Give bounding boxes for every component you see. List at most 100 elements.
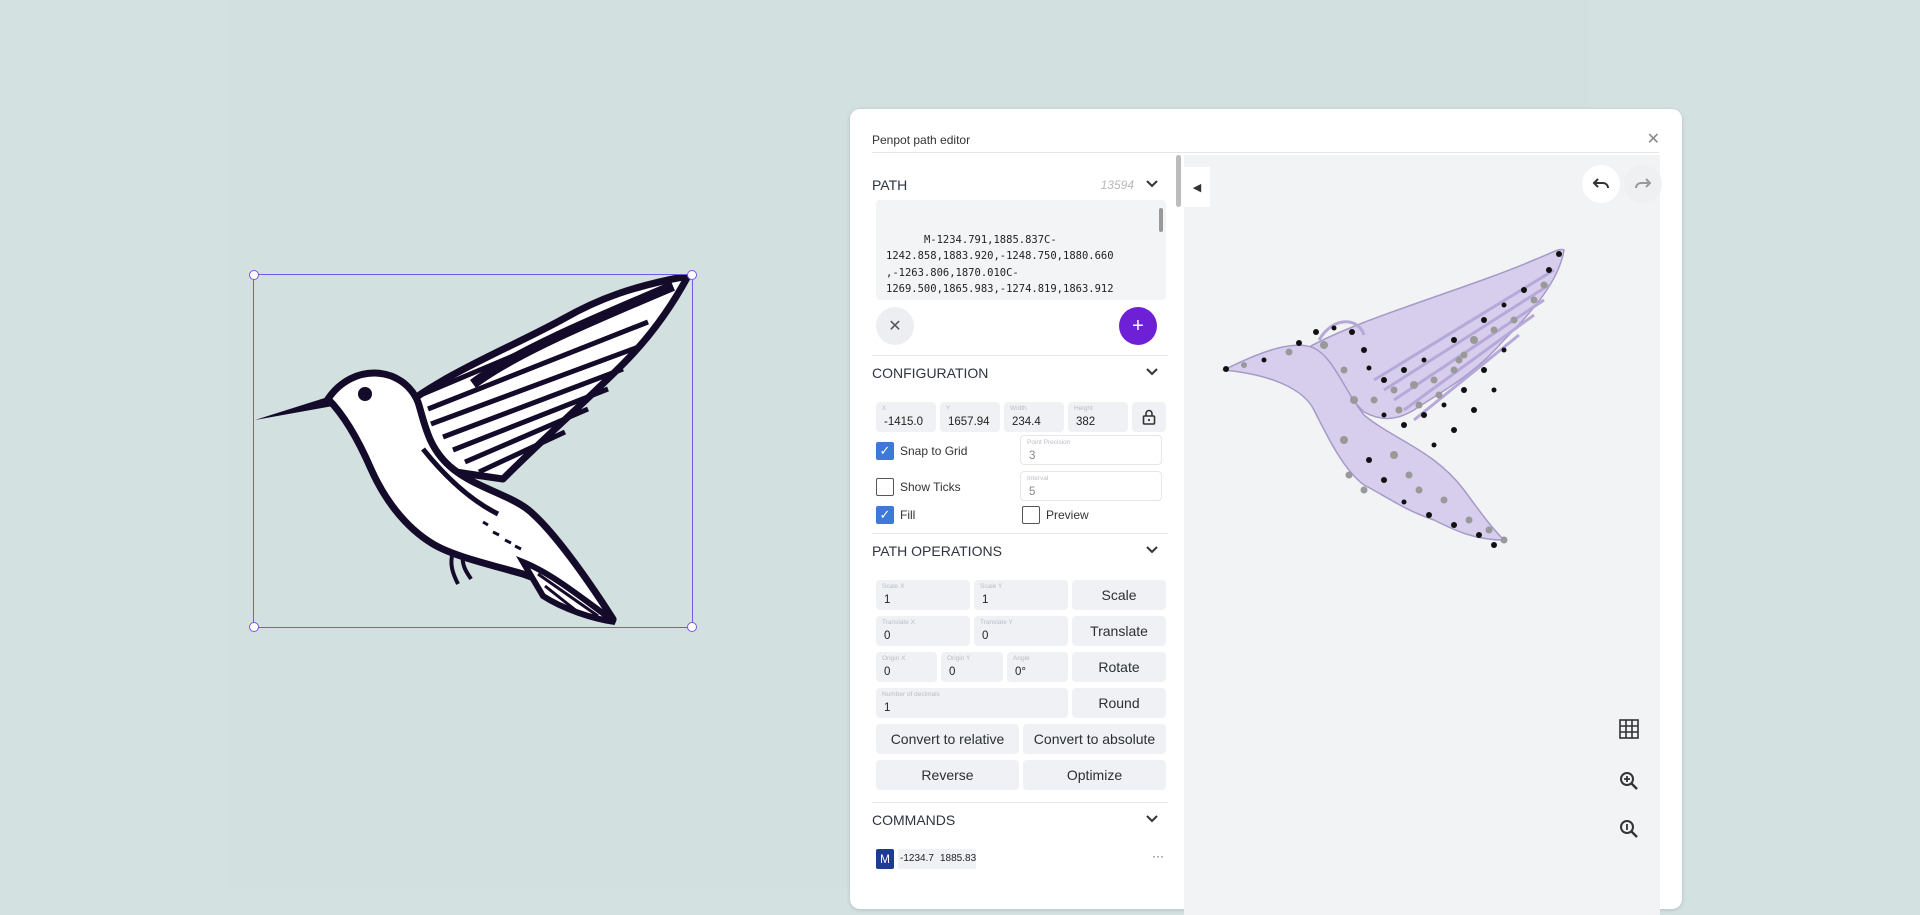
scale-x-value: 1 bbox=[884, 594, 891, 606]
divider bbox=[872, 152, 1659, 153]
undo-button[interactable] bbox=[1582, 165, 1620, 203]
redo-icon bbox=[1635, 178, 1652, 189]
command-y-value[interactable]: 1885.83 bbox=[938, 849, 976, 869]
x-field-label: X bbox=[882, 405, 887, 412]
command-x-value[interactable]: -1234.7 bbox=[898, 849, 938, 869]
plus-icon: + bbox=[1132, 314, 1144, 337]
configuration-section-header[interactable]: CONFIGURATION bbox=[872, 365, 1162, 389]
divider bbox=[872, 355, 1168, 356]
ticks-interval-field[interactable]: Interval 5 bbox=[1020, 471, 1162, 501]
chevron-down-icon[interactable] bbox=[1146, 365, 1158, 379]
optimize-button[interactable]: Optimize bbox=[1023, 760, 1166, 790]
clear-path-button[interactable]: ✕ bbox=[876, 307, 914, 345]
aspect-lock-button[interactable] bbox=[1132, 402, 1166, 432]
x-field[interactable]: X -1415.0 bbox=[876, 402, 936, 432]
y-field-value: 1657.94 bbox=[948, 416, 990, 428]
angle-value: 0° bbox=[1015, 666, 1026, 678]
reverse-button[interactable]: Reverse bbox=[876, 760, 1019, 790]
height-field-label: Height bbox=[1074, 405, 1093, 412]
origin-x-field[interactable]: Origin X 0 bbox=[876, 652, 937, 682]
resize-handle-top-right[interactable] bbox=[687, 270, 697, 280]
scale-x-field[interactable]: Scale X 1 bbox=[876, 580, 970, 610]
grid-precision-label: Point Precision bbox=[1027, 439, 1071, 446]
zoom-in-icon bbox=[1620, 772, 1638, 790]
y-field[interactable]: Y 1657.94 bbox=[940, 402, 1000, 432]
grid-icon bbox=[1619, 719, 1639, 739]
preview-checkbox[interactable] bbox=[1022, 506, 1040, 524]
zoom-in-button[interactable] bbox=[1612, 764, 1646, 798]
plugin-title: Penpot path editor bbox=[872, 133, 971, 147]
divider bbox=[872, 802, 1168, 803]
chevron-left-icon[interactable]: ◀ bbox=[1184, 167, 1210, 207]
translate-x-field[interactable]: Translate X 0 bbox=[876, 616, 970, 646]
y-field-label: Y bbox=[946, 405, 951, 412]
redo-button[interactable] bbox=[1624, 165, 1662, 203]
ticks-interval-label: Interval bbox=[1027, 475, 1049, 482]
path-editor-plugin: Penpot path editor ✕ PATH 13594 M-1234.7… bbox=[850, 109, 1682, 915]
close-icon[interactable]: ✕ bbox=[1647, 129, 1660, 149]
convert-to-relative-button[interactable]: Convert to relative bbox=[876, 724, 1019, 754]
scale-button[interactable]: Scale bbox=[1072, 580, 1166, 610]
scale-y-label: Scale Y bbox=[980, 583, 1003, 590]
path-length-count: 13594 bbox=[1100, 178, 1134, 192]
path-data-textarea[interactable]: M-1234.791,1885.837C- 1242.858,1883.920,… bbox=[876, 200, 1166, 300]
origin-x-value: 0 bbox=[884, 666, 891, 678]
preview-label: Preview bbox=[1046, 508, 1089, 522]
origin-y-label: Origin Y bbox=[947, 655, 971, 662]
divider bbox=[872, 533, 1168, 534]
fill-label: Fill bbox=[900, 508, 916, 522]
command-type-badge[interactable]: M bbox=[876, 849, 894, 869]
textarea-scrollbar[interactable] bbox=[1159, 208, 1163, 232]
chevron-down-icon[interactable] bbox=[1146, 812, 1158, 826]
width-field-value: 234.4 bbox=[1012, 416, 1041, 428]
origin-x-label: Origin X bbox=[882, 655, 906, 662]
angle-field[interactable]: Angle 0° bbox=[1007, 652, 1068, 682]
path-section-header[interactable]: PATH 13594 bbox=[872, 177, 1162, 201]
path-data-text: M-1234.791,1885.837C- 1242.858,1883.920,… bbox=[886, 233, 1114, 300]
chevron-down-icon[interactable] bbox=[1146, 177, 1158, 191]
commands-section-label: COMMANDS bbox=[872, 812, 956, 828]
translate-x-value: 0 bbox=[884, 630, 891, 642]
origin-y-field[interactable]: Origin Y 0 bbox=[941, 652, 1003, 682]
path-operations-section-header[interactable]: PATH OPERATIONS bbox=[872, 543, 1162, 567]
add-path-button[interactable]: + bbox=[1119, 307, 1157, 345]
sidebar-scrollbar[interactable] bbox=[1176, 155, 1181, 207]
grid-toggle-button[interactable] bbox=[1612, 712, 1646, 746]
translate-button[interactable]: Translate bbox=[1072, 616, 1166, 646]
height-field-value: 382 bbox=[1076, 416, 1096, 428]
rotate-button[interactable]: Rotate bbox=[1072, 652, 1166, 682]
translate-y-field[interactable]: Translate Y 0 bbox=[974, 616, 1068, 646]
selected-shape[interactable] bbox=[249, 270, 697, 632]
editor-sidebar: PATH 13594 M-1234.791,1885.837C- 1242.85… bbox=[872, 155, 1172, 915]
resize-handle-top-left[interactable] bbox=[249, 270, 259, 280]
width-field[interactable]: Width 234.4 bbox=[1004, 402, 1064, 432]
translate-x-label: Translate X bbox=[882, 619, 915, 626]
show-ticks-checkbox[interactable] bbox=[876, 478, 894, 496]
decimals-field[interactable]: Number of decimals 1 bbox=[876, 688, 1068, 718]
path-section-label: PATH bbox=[872, 177, 908, 193]
grid-precision-field[interactable]: Point Precision 3 bbox=[1020, 435, 1162, 465]
resize-handle-bottom-right[interactable] bbox=[687, 622, 697, 632]
chevron-down-icon[interactable] bbox=[1146, 543, 1158, 557]
close-icon: ✕ bbox=[888, 318, 902, 335]
round-button[interactable]: Round bbox=[1072, 688, 1166, 718]
snap-to-grid-label: Snap to Grid bbox=[900, 444, 968, 458]
fill-checkbox[interactable]: ✓ bbox=[876, 506, 894, 524]
more-options-icon[interactable]: ··· bbox=[1152, 849, 1164, 863]
convert-to-absolute-button[interactable]: Convert to absolute bbox=[1023, 724, 1166, 754]
height-field[interactable]: Height 382 bbox=[1068, 402, 1128, 432]
translate-y-value: 0 bbox=[982, 630, 989, 642]
scale-x-label: Scale X bbox=[882, 583, 905, 590]
scale-y-value: 1 bbox=[982, 594, 989, 606]
decimals-label: Number of decimals bbox=[882, 691, 940, 698]
grid-precision-value: 3 bbox=[1029, 450, 1036, 462]
zoom-reset-button[interactable] bbox=[1612, 812, 1646, 846]
scale-y-field[interactable]: Scale Y 1 bbox=[974, 580, 1068, 610]
configuration-section-label: CONFIGURATION bbox=[872, 365, 989, 381]
origin-y-value: 0 bbox=[949, 666, 956, 678]
commands-section-header[interactable]: COMMANDS bbox=[872, 812, 1162, 836]
snap-to-grid-checkbox[interactable]: ✓ bbox=[876, 442, 894, 460]
resize-handle-bottom-left[interactable] bbox=[249, 622, 259, 632]
decimals-value: 1 bbox=[884, 702, 891, 714]
path-preview-canvas[interactable]: ◀ bbox=[1184, 155, 1662, 915]
